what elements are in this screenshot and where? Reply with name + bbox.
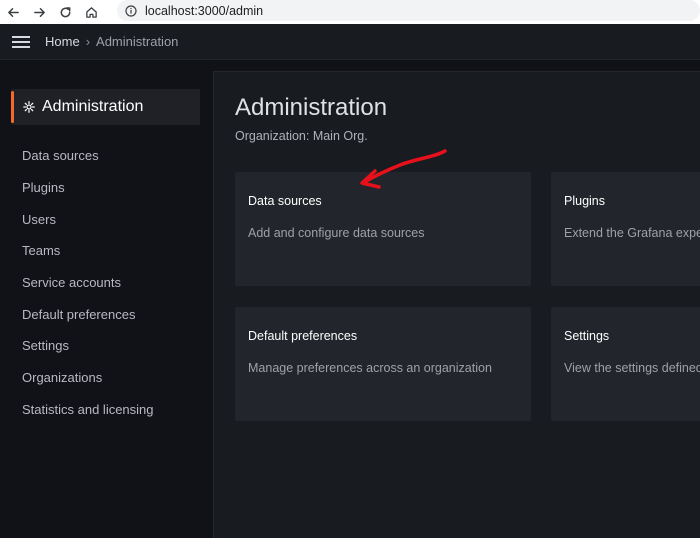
card-default-preferences[interactable]: Default preferences Manage preferences a… [235, 307, 531, 421]
menu-toggle-button[interactable] [0, 24, 42, 60]
sidebar-item-organizations[interactable]: Organizations [22, 370, 102, 385]
card-settings[interactable]: Settings View the settings defined in yo… [551, 307, 700, 421]
sidebar-item-default-preferences[interactable]: Default preferences [22, 307, 135, 322]
browser-toolbar: localhost:3000/admin [0, 0, 700, 24]
sidebar-item-users[interactable]: Users [22, 212, 56, 227]
card-description: View the settings defined in your Grafan… [564, 361, 700, 375]
cog-icon [23, 101, 35, 113]
sidebar-item-teams[interactable]: Teams [22, 243, 60, 258]
sidebar: Administration Data sources Plugins User… [0, 61, 213, 538]
card-title: Settings [564, 329, 610, 343]
main-content: Administration Organization: Main Org. D… [213, 71, 700, 538]
reload-button[interactable] [52, 0, 78, 24]
card-title: Default preferences [248, 329, 358, 343]
sidebar-item-data-sources[interactable]: Data sources [22, 148, 99, 163]
sidebar-header-administration[interactable]: Administration [11, 89, 200, 125]
breadcrumb-current: Administration [96, 34, 179, 49]
sidebar-item-service-accounts[interactable]: Service accounts [22, 275, 121, 290]
card-description: Manage preferences across an organizatio… [248, 361, 492, 375]
info-icon [125, 4, 137, 17]
reload-icon [60, 6, 70, 17]
card-title: Data sources [248, 194, 322, 208]
grafana-topbar: Home › Administration [0, 24, 700, 60]
home-button[interactable] [78, 0, 104, 24]
card-plugins[interactable]: Plugins Extend the Grafana experience wi… [551, 172, 700, 286]
sidebar-header-label: Administration [42, 98, 144, 115]
card-title: Plugins [564, 194, 605, 208]
page-subtitle: Organization: Main Org. [235, 129, 368, 143]
hamburger-icon [12, 35, 30, 48]
forward-button[interactable] [26, 0, 52, 24]
back-button[interactable] [0, 0, 26, 24]
card-description: Extend the Grafana experience with plugi… [564, 226, 700, 240]
chevron-right-icon: › [85, 34, 91, 49]
breadcrumb-home[interactable]: Home [45, 34, 80, 49]
url-text: localhost:3000/admin [145, 3, 264, 18]
home-icon [85, 6, 97, 18]
active-indicator [11, 91, 14, 123]
sidebar-item-settings[interactable]: Settings [22, 338, 69, 353]
sidebar-item-plugins[interactable]: Plugins [22, 180, 65, 195]
arrow-left-icon [7, 7, 19, 17]
sidebar-item-statistics-licensing[interactable]: Statistics and licensing [22, 402, 154, 417]
card-description: Add and configure data sources [248, 226, 425, 240]
address-bar[interactable]: localhost:3000/admin [117, 0, 700, 21]
card-data-sources[interactable]: Data sources Add and configure data sour… [235, 172, 531, 286]
page-title: Administration [235, 94, 388, 121]
arrow-right-icon [33, 7, 45, 17]
